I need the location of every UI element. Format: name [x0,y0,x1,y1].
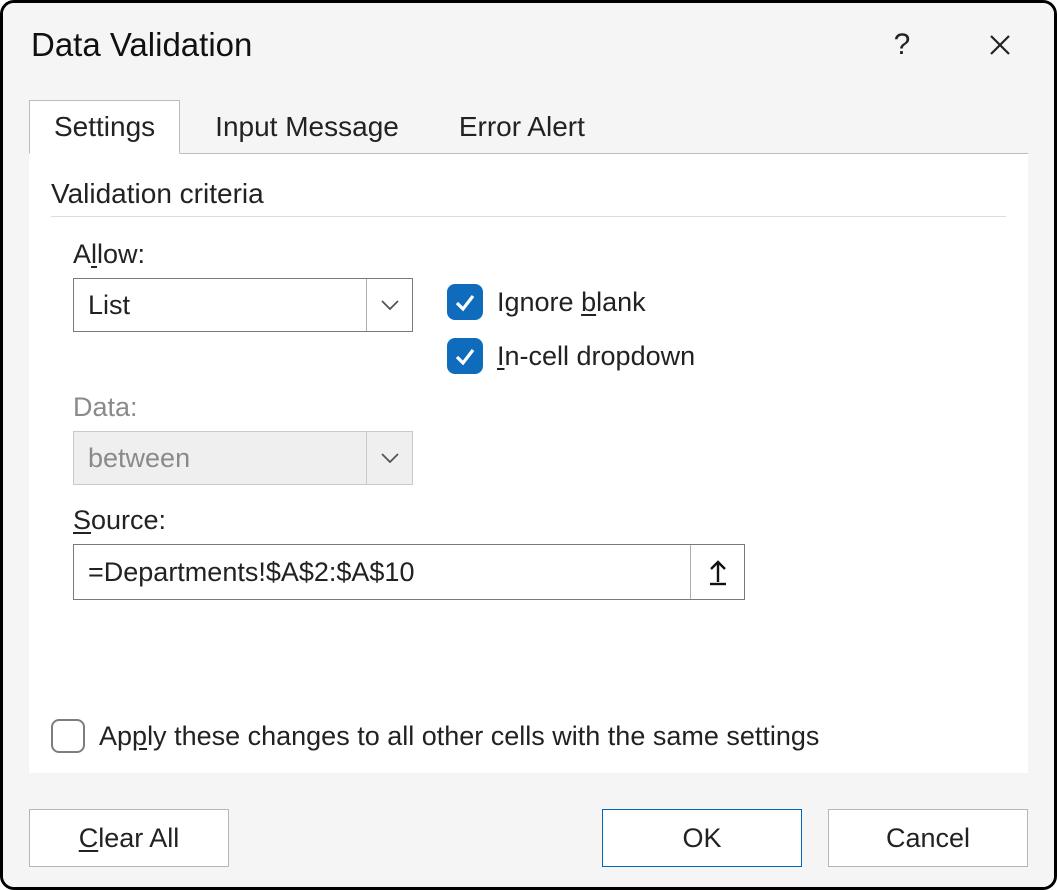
form-area: Allow: List Ignore blank [51,239,1006,600]
allow-row: List Ignore blank [73,278,1006,374]
incell-dropdown-label: In-cell dropdown [497,341,695,372]
source-row: Source: [73,505,1006,600]
checkbox-column: Ignore blank In-cell dropdown [447,278,695,374]
allow-combo-text: List [74,290,366,321]
tab-strip: Settings Input Message Error Alert [3,99,1054,154]
ignore-blank-label: Ignore blank [497,287,646,318]
help-icon: ? [894,28,911,62]
source-input[interactable] [74,545,690,599]
collapse-dialog-icon [706,558,730,586]
range-select-button[interactable] [690,545,744,599]
close-icon [988,33,1012,57]
ok-button[interactable]: OK [602,809,802,867]
tab-error-alert[interactable]: Error Alert [434,100,610,154]
allow-combo-button[interactable] [366,279,412,331]
ignore-blank-checkbox[interactable]: Ignore blank [447,284,695,320]
data-combo: between [73,431,413,485]
cancel-button[interactable]: Cancel [828,809,1028,867]
allow-combo[interactable]: List [73,278,413,332]
settings-panel: Validation criteria Allow: List [29,153,1028,773]
section-title: Validation criteria [51,178,1006,210]
tab-input-message[interactable]: Input Message [190,100,424,154]
titlebar: Data Validation ? [3,3,1054,77]
checkbox-checked-icon [447,338,483,374]
checkbox-checked-icon [447,284,483,320]
chevron-down-icon [381,453,399,463]
dialog-title: Data Validation [31,26,828,64]
source-box [73,544,745,600]
checkbox-unchecked-icon [51,719,85,753]
data-label: Data: [73,392,1006,423]
source-label: Source: [73,505,1006,536]
data-combo-button [366,432,412,484]
data-validation-dialog: Data Validation ? Settings Input Message… [0,0,1057,890]
section-divider [51,216,1006,217]
clear-all-button[interactable]: Clear All [29,809,229,867]
help-button[interactable]: ? [878,21,926,69]
dialog-footer: Clear All OK Cancel [3,789,1054,887]
allow-label: Allow: [73,239,1006,270]
apply-all-label: Apply these changes to all other cells w… [99,721,819,752]
apply-all-checkbox[interactable]: Apply these changes to all other cells w… [51,719,819,753]
close-button[interactable] [976,21,1024,69]
tab-settings[interactable]: Settings [29,100,180,154]
chevron-down-icon [381,300,399,310]
incell-dropdown-checkbox[interactable]: In-cell dropdown [447,338,695,374]
data-combo-text: between [74,443,366,474]
